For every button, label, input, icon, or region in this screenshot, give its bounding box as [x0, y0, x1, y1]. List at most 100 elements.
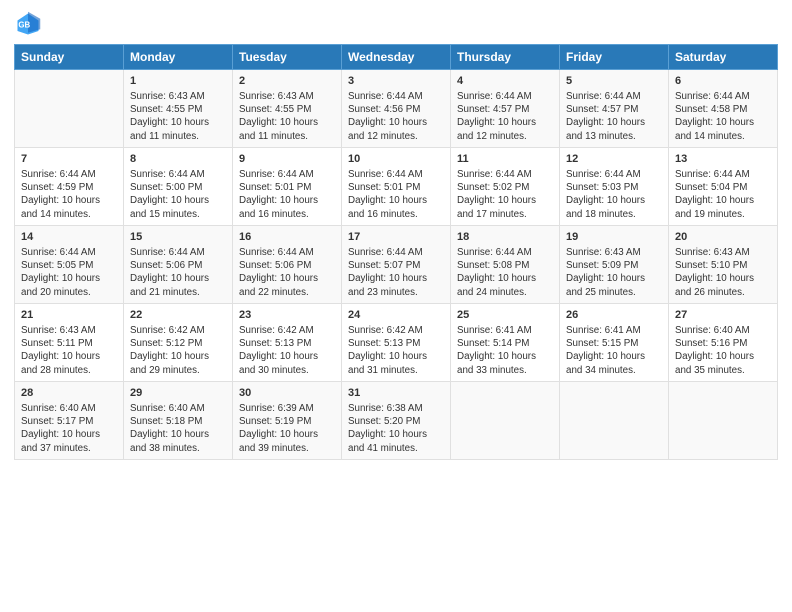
- header-day-sunday: Sunday: [15, 45, 124, 70]
- week-row-5: 28Sunrise: 6:40 AMSunset: 5:17 PMDayligh…: [15, 382, 778, 460]
- day-info: Sunrise: 6:43 AMSunset: 5:10 PMDaylight:…: [675, 246, 771, 299]
- day-number: 21: [21, 308, 117, 323]
- week-row-2: 7Sunrise: 6:44 AMSunset: 4:59 PMDaylight…: [15, 148, 778, 226]
- header-row: GB: [14, 10, 778, 38]
- day-number: 30: [239, 386, 335, 401]
- day-info: Sunrise: 6:39 AMSunset: 5:19 PMDaylight:…: [239, 402, 335, 455]
- cell-w5-d6: [560, 382, 669, 460]
- day-info: Sunrise: 6:44 AMSunset: 5:06 PMDaylight:…: [130, 246, 226, 299]
- day-info: Sunrise: 6:40 AMSunset: 5:18 PMDaylight:…: [130, 402, 226, 455]
- day-info: Sunrise: 6:44 AMSunset: 5:05 PMDaylight:…: [21, 246, 117, 299]
- cell-w5-d5: [451, 382, 560, 460]
- day-number: 11: [457, 152, 553, 167]
- page-container: GB SundayMondayTuesdayWednesdayThursdayF…: [0, 0, 792, 470]
- day-number: 5: [566, 74, 662, 89]
- cell-w4-d7: 27Sunrise: 6:40 AMSunset: 5:16 PMDayligh…: [669, 304, 778, 382]
- day-number: 8: [130, 152, 226, 167]
- day-number: 14: [21, 230, 117, 245]
- cell-w4-d5: 25Sunrise: 6:41 AMSunset: 5:14 PMDayligh…: [451, 304, 560, 382]
- cell-w1-d1: [15, 70, 124, 148]
- cell-w2-d7: 13Sunrise: 6:44 AMSunset: 5:04 PMDayligh…: [669, 148, 778, 226]
- day-number: 9: [239, 152, 335, 167]
- cell-w5-d4: 31Sunrise: 6:38 AMSunset: 5:20 PMDayligh…: [342, 382, 451, 460]
- day-number: 10: [348, 152, 444, 167]
- day-info: Sunrise: 6:42 AMSunset: 5:13 PMDaylight:…: [348, 324, 444, 377]
- header-day-tuesday: Tuesday: [233, 45, 342, 70]
- cell-w2-d5: 11Sunrise: 6:44 AMSunset: 5:02 PMDayligh…: [451, 148, 560, 226]
- cell-w3-d6: 19Sunrise: 6:43 AMSunset: 5:09 PMDayligh…: [560, 226, 669, 304]
- day-info: Sunrise: 6:43 AMSunset: 4:55 PMDaylight:…: [239, 90, 335, 143]
- cell-w2-d2: 8Sunrise: 6:44 AMSunset: 5:00 PMDaylight…: [124, 148, 233, 226]
- day-info: Sunrise: 6:43 AMSunset: 5:09 PMDaylight:…: [566, 246, 662, 299]
- day-info: Sunrise: 6:42 AMSunset: 5:12 PMDaylight:…: [130, 324, 226, 377]
- cell-w1-d3: 2Sunrise: 6:43 AMSunset: 4:55 PMDaylight…: [233, 70, 342, 148]
- day-number: 1: [130, 74, 226, 89]
- day-info: Sunrise: 6:44 AMSunset: 5:01 PMDaylight:…: [239, 168, 335, 221]
- cell-w4-d3: 23Sunrise: 6:42 AMSunset: 5:13 PMDayligh…: [233, 304, 342, 382]
- week-row-3: 14Sunrise: 6:44 AMSunset: 5:05 PMDayligh…: [15, 226, 778, 304]
- cell-w3-d7: 20Sunrise: 6:43 AMSunset: 5:10 PMDayligh…: [669, 226, 778, 304]
- day-number: 24: [348, 308, 444, 323]
- cell-w3-d5: 18Sunrise: 6:44 AMSunset: 5:08 PMDayligh…: [451, 226, 560, 304]
- cell-w3-d2: 15Sunrise: 6:44 AMSunset: 5:06 PMDayligh…: [124, 226, 233, 304]
- header-day-thursday: Thursday: [451, 45, 560, 70]
- header-day-friday: Friday: [560, 45, 669, 70]
- week-row-1: 1Sunrise: 6:43 AMSunset: 4:55 PMDaylight…: [15, 70, 778, 148]
- day-info: Sunrise: 6:44 AMSunset: 4:57 PMDaylight:…: [457, 90, 553, 143]
- day-number: 15: [130, 230, 226, 245]
- day-info: Sunrise: 6:44 AMSunset: 5:02 PMDaylight:…: [457, 168, 553, 221]
- cell-w1-d5: 4Sunrise: 6:44 AMSunset: 4:57 PMDaylight…: [451, 70, 560, 148]
- cell-w2-d6: 12Sunrise: 6:44 AMSunset: 5:03 PMDayligh…: [560, 148, 669, 226]
- header-day-wednesday: Wednesday: [342, 45, 451, 70]
- day-number: 7: [21, 152, 117, 167]
- day-number: 2: [239, 74, 335, 89]
- day-number: 13: [675, 152, 771, 167]
- day-info: Sunrise: 6:44 AMSunset: 4:59 PMDaylight:…: [21, 168, 117, 221]
- day-number: 12: [566, 152, 662, 167]
- day-info: Sunrise: 6:44 AMSunset: 5:07 PMDaylight:…: [348, 246, 444, 299]
- cell-w5-d7: [669, 382, 778, 460]
- day-info: Sunrise: 6:41 AMSunset: 5:14 PMDaylight:…: [457, 324, 553, 377]
- day-info: Sunrise: 6:40 AMSunset: 5:16 PMDaylight:…: [675, 324, 771, 377]
- day-number: 19: [566, 230, 662, 245]
- header-day-saturday: Saturday: [669, 45, 778, 70]
- day-number: 27: [675, 308, 771, 323]
- day-number: 20: [675, 230, 771, 245]
- day-number: 31: [348, 386, 444, 401]
- day-info: Sunrise: 6:44 AMSunset: 5:08 PMDaylight:…: [457, 246, 553, 299]
- cell-w4-d1: 21Sunrise: 6:43 AMSunset: 5:11 PMDayligh…: [15, 304, 124, 382]
- header-row-days: SundayMondayTuesdayWednesdayThursdayFrid…: [15, 45, 778, 70]
- day-info: Sunrise: 6:44 AMSunset: 5:01 PMDaylight:…: [348, 168, 444, 221]
- calendar-table: SundayMondayTuesdayWednesdayThursdayFrid…: [14, 44, 778, 460]
- cell-w2-d3: 9Sunrise: 6:44 AMSunset: 5:01 PMDaylight…: [233, 148, 342, 226]
- day-info: Sunrise: 6:43 AMSunset: 4:55 PMDaylight:…: [130, 90, 226, 143]
- header-day-monday: Monday: [124, 45, 233, 70]
- day-info: Sunrise: 6:44 AMSunset: 4:56 PMDaylight:…: [348, 90, 444, 143]
- cell-w4-d6: 26Sunrise: 6:41 AMSunset: 5:15 PMDayligh…: [560, 304, 669, 382]
- day-info: Sunrise: 6:43 AMSunset: 5:11 PMDaylight:…: [21, 324, 117, 377]
- cell-w1-d2: 1Sunrise: 6:43 AMSunset: 4:55 PMDaylight…: [124, 70, 233, 148]
- cell-w3-d3: 16Sunrise: 6:44 AMSunset: 5:06 PMDayligh…: [233, 226, 342, 304]
- day-number: 23: [239, 308, 335, 323]
- day-number: 22: [130, 308, 226, 323]
- day-info: Sunrise: 6:44 AMSunset: 5:04 PMDaylight:…: [675, 168, 771, 221]
- day-info: Sunrise: 6:38 AMSunset: 5:20 PMDaylight:…: [348, 402, 444, 455]
- cell-w1-d6: 5Sunrise: 6:44 AMSunset: 4:57 PMDaylight…: [560, 70, 669, 148]
- day-number: 3: [348, 74, 444, 89]
- day-number: 25: [457, 308, 553, 323]
- day-number: 6: [675, 74, 771, 89]
- cell-w1-d7: 6Sunrise: 6:44 AMSunset: 4:58 PMDaylight…: [669, 70, 778, 148]
- svg-text:GB: GB: [18, 21, 30, 30]
- cell-w4-d4: 24Sunrise: 6:42 AMSunset: 5:13 PMDayligh…: [342, 304, 451, 382]
- day-number: 28: [21, 386, 117, 401]
- day-info: Sunrise: 6:44 AMSunset: 4:57 PMDaylight:…: [566, 90, 662, 143]
- day-number: 29: [130, 386, 226, 401]
- day-info: Sunrise: 6:44 AMSunset: 5:03 PMDaylight:…: [566, 168, 662, 221]
- cell-w4-d2: 22Sunrise: 6:42 AMSunset: 5:12 PMDayligh…: [124, 304, 233, 382]
- day-number: 16: [239, 230, 335, 245]
- cell-w3-d1: 14Sunrise: 6:44 AMSunset: 5:05 PMDayligh…: [15, 226, 124, 304]
- day-info: Sunrise: 6:41 AMSunset: 5:15 PMDaylight:…: [566, 324, 662, 377]
- cell-w2-d4: 10Sunrise: 6:44 AMSunset: 5:01 PMDayligh…: [342, 148, 451, 226]
- day-number: 4: [457, 74, 553, 89]
- day-info: Sunrise: 6:44 AMSunset: 4:58 PMDaylight:…: [675, 90, 771, 143]
